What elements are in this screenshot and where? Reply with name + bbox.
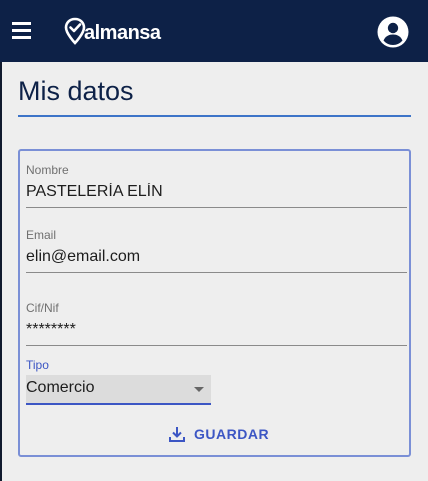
- location-pin-icon: [64, 17, 86, 45]
- brand-name: almansa: [84, 21, 161, 44]
- tipo-field[interactable]: Tipo Comercio: [26, 358, 407, 405]
- menu-icon[interactable]: [10, 22, 34, 40]
- brand-logo[interactable]: almansa: [64, 15, 161, 47]
- title-divider: [18, 115, 411, 117]
- tipo-select[interactable]: Comercio: [26, 375, 211, 403]
- account-circle-icon[interactable]: [377, 16, 409, 48]
- main-content: Mis datos Nombre Email Cif/Nif Tipo Come…: [2, 62, 428, 481]
- profile-form-card: Nombre Email Cif/Nif Tipo Comercio: [18, 149, 411, 457]
- cif-underline: [26, 345, 407, 346]
- email-input[interactable]: [26, 248, 407, 266]
- page-title: Mis datos: [18, 76, 134, 106]
- email-field[interactable]: Email: [26, 228, 407, 273]
- tipo-selected-value: Comercio: [26, 379, 95, 396]
- nombre-underline: [26, 207, 407, 208]
- cif-input[interactable]: [26, 321, 407, 339]
- nombre-field[interactable]: Nombre: [26, 163, 407, 208]
- save-button[interactable]: GUARDAR: [160, 421, 277, 447]
- email-label: Email: [26, 228, 57, 242]
- email-underline: [26, 272, 407, 273]
- nombre-label: Nombre: [26, 163, 69, 177]
- app-bar: almansa: [0, 0, 428, 62]
- download-icon: [169, 427, 185, 442]
- save-button-label: GUARDAR: [194, 426, 270, 442]
- chevron-down-icon: [194, 387, 204, 392]
- tipo-underline: [26, 403, 211, 405]
- cif-field[interactable]: Cif/Nif: [26, 301, 407, 346]
- tipo-label: Tipo: [26, 358, 49, 372]
- nombre-input[interactable]: [26, 183, 407, 201]
- cif-label: Cif/Nif: [26, 301, 59, 315]
